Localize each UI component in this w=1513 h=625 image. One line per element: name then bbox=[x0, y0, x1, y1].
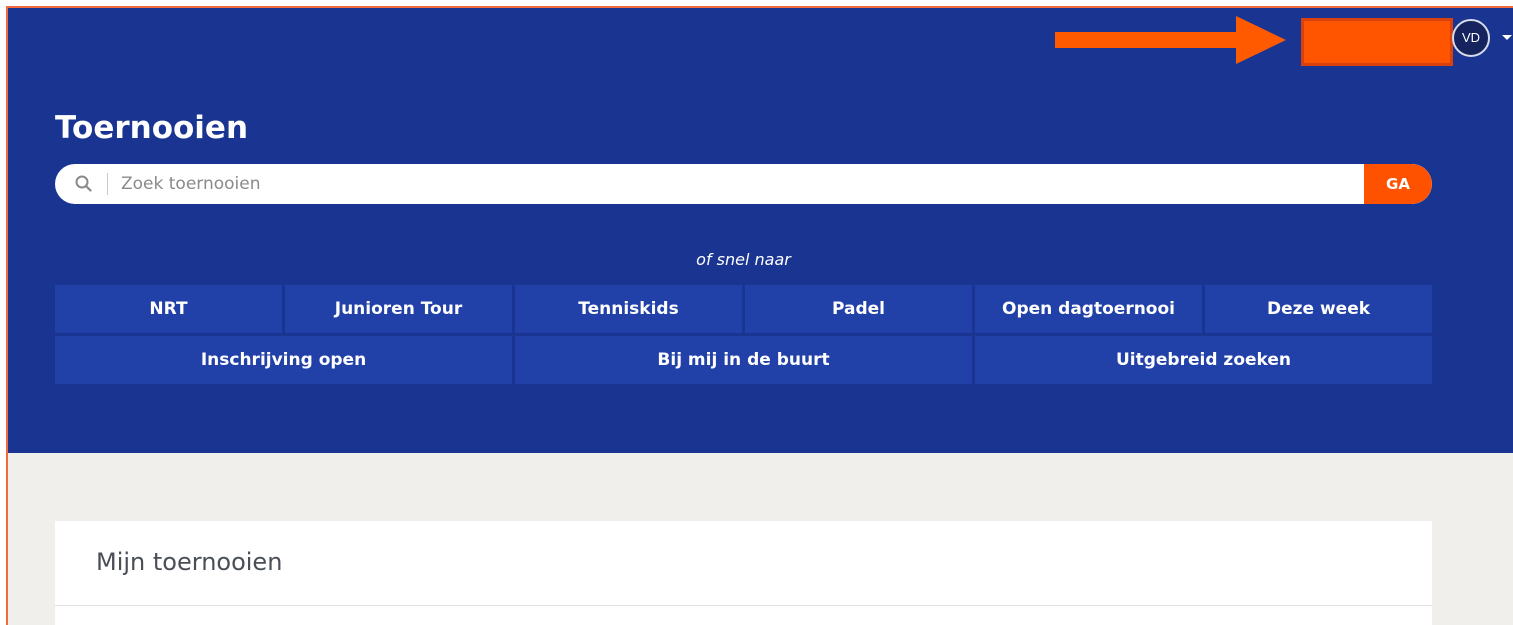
frame-border-top bbox=[6, 6, 1513, 8]
search-divider bbox=[107, 173, 108, 195]
quick-links: NRT Junioren Tour Tenniskids Padel Open … bbox=[55, 285, 1432, 387]
arrow-head-icon bbox=[1236, 16, 1286, 64]
quick-link-nrt[interactable]: NRT bbox=[55, 285, 282, 333]
quick-links-caption: of snel naar bbox=[696, 250, 791, 269]
quick-link-inschrijving-open[interactable]: Inschrijving open bbox=[55, 336, 512, 384]
quick-link-padel[interactable]: Padel bbox=[745, 285, 972, 333]
user-avatar[interactable]: VD bbox=[1452, 19, 1490, 57]
quick-link-bij-mij-in-de-buurt[interactable]: Bij mij in de buurt bbox=[515, 336, 972, 384]
arrow-right-icon bbox=[1055, 32, 1240, 48]
quick-links-row-1: NRT Junioren Tour Tenniskids Padel Open … bbox=[55, 285, 1432, 333]
my-tournaments-title: Mijn toernooien bbox=[96, 548, 283, 576]
caret-down-icon[interactable] bbox=[1502, 35, 1512, 40]
search-bar: GA bbox=[55, 164, 1432, 204]
search-submit-button[interactable]: GA bbox=[1364, 164, 1432, 204]
redacted-username bbox=[1301, 18, 1453, 66]
page-title: Toernooien bbox=[55, 110, 249, 146]
card-divider bbox=[55, 605, 1432, 606]
quick-link-uitgebreid-zoeken[interactable]: Uitgebreid zoeken bbox=[975, 336, 1432, 384]
quick-links-row-2: Inschrijving open Bij mij in de buurt Ui… bbox=[55, 336, 1432, 384]
search-icon bbox=[75, 175, 92, 192]
my-tournaments-card: Mijn toernooien bbox=[55, 521, 1432, 625]
search-input[interactable] bbox=[121, 164, 1351, 204]
frame-border-left bbox=[6, 6, 8, 625]
page: VD Toernooien GA of snel naar NRT Junior… bbox=[0, 0, 1513, 625]
quick-link-open-dagtoernooi[interactable]: Open dagtoernooi bbox=[975, 285, 1202, 333]
quick-link-tenniskids[interactable]: Tenniskids bbox=[515, 285, 742, 333]
quick-link-deze-week[interactable]: Deze week bbox=[1205, 285, 1432, 333]
quick-link-junioren-tour[interactable]: Junioren Tour bbox=[285, 285, 512, 333]
